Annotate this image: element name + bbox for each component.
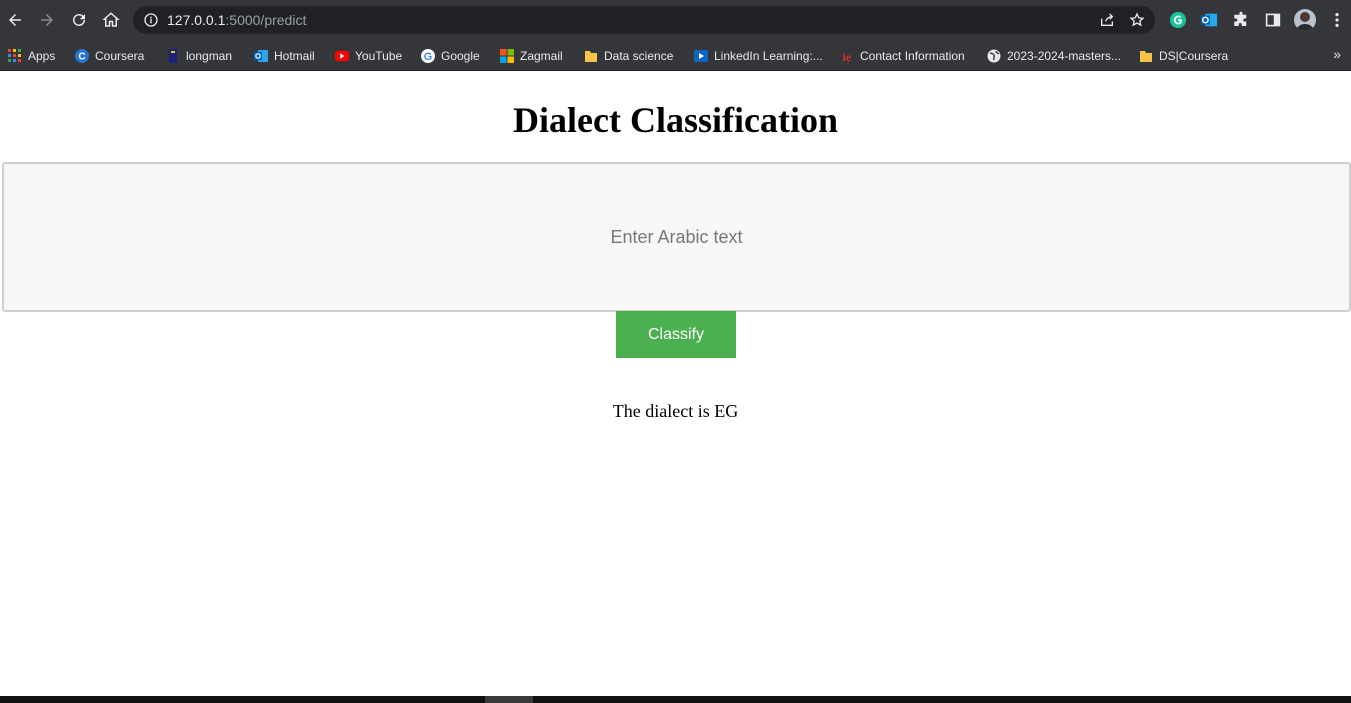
- bookmark-label: Apps: [28, 49, 56, 63]
- url-path: :5000/predict: [225, 12, 307, 28]
- side-panel-icon: [1265, 13, 1281, 27]
- bookmark-linkedin-learning[interactable]: LinkedIn Learning:...: [694, 46, 823, 66]
- side-panel-button[interactable]: [1263, 10, 1283, 30]
- svg-text:G: G: [424, 51, 433, 63]
- bookmark-masters[interactable]: 2023-2024-masters...: [987, 46, 1121, 66]
- bookmark-label: Data science: [604, 49, 674, 63]
- arrow-right-icon: [41, 14, 53, 26]
- forward-button[interactable]: [35, 8, 59, 32]
- classify-button[interactable]: Classify: [616, 311, 736, 358]
- extensions-button[interactable]: [1231, 10, 1251, 30]
- bookmark-ds-coursera[interactable]: DS|Coursera: [1139, 46, 1228, 66]
- svg-text:ie: ie: [843, 50, 852, 63]
- bookmark-hotmail[interactable]: Hotmail: [254, 46, 315, 66]
- menu-button[interactable]: [1327, 10, 1347, 30]
- page-content: Dialect Classification Enter Arabic text…: [0, 71, 1351, 696]
- info-icon[interactable]: [143, 12, 159, 28]
- linkedin-learning-icon: [694, 49, 708, 63]
- youtube-icon: [335, 49, 349, 63]
- grammarly-icon: [1169, 11, 1187, 29]
- browser-toolbar: 127.0.0.1:5000/predict: [0, 0, 1351, 40]
- folder-icon: [584, 49, 598, 63]
- ie-icon: ie: [840, 49, 854, 63]
- bookmark-data-science[interactable]: Data science: [584, 46, 673, 66]
- bookmark-label: Contact Information: [860, 49, 965, 63]
- bookmark-label: LinkedIn Learning:...: [714, 49, 823, 63]
- bookmark-label: Coursera: [95, 49, 145, 63]
- outlook-icon: [254, 49, 268, 63]
- folder-icon: [1139, 49, 1153, 63]
- page-title: Dialect Classification: [513, 100, 838, 140]
- bookmark-longman[interactable]: longman: [166, 46, 232, 66]
- arabic-text-input[interactable]: Enter Arabic text: [2, 162, 1351, 312]
- back-button[interactable]: [3, 8, 27, 32]
- star-icon[interactable]: [1129, 12, 1145, 28]
- apps-grid-icon: [8, 49, 22, 63]
- arrow-left-icon: [9, 14, 21, 26]
- bookmark-label: Hotmail: [274, 49, 315, 63]
- bookmark-coursera[interactable]: C Coursera: [75, 46, 144, 66]
- bookmark-youtube[interactable]: YouTube: [335, 46, 402, 66]
- bookmark-contact-information[interactable]: ie Contact Information: [840, 46, 965, 66]
- kebab-menu-icon: [1335, 12, 1339, 28]
- bookmark-label: YouTube: [355, 49, 403, 63]
- profile-avatar[interactable]: [1294, 9, 1316, 31]
- result-text: The dialect is EG: [612, 401, 739, 421]
- bookmark-label: Zagmail: [520, 49, 563, 63]
- bookmarks-overflow-button[interactable]: »: [1333, 46, 1341, 62]
- os-taskbar: [0, 696, 1351, 703]
- globe-icon: [987, 49, 1001, 63]
- bookmark-label: longman: [186, 49, 233, 63]
- grammarly-extension-button[interactable]: [1168, 10, 1188, 30]
- reload-button[interactable]: [67, 8, 91, 32]
- bookmark-zagmail[interactable]: Zagmail: [500, 46, 563, 66]
- taskbar-active-app[interactable]: [485, 696, 533, 703]
- outlook-icon: [1200, 13, 1218, 27]
- microsoft-icon: [500, 49, 514, 63]
- bookmark-label: DS|Coursera: [1159, 49, 1229, 63]
- share-icon[interactable]: [1099, 12, 1115, 28]
- url-text[interactable]: 127.0.0.1:5000/predict: [167, 12, 306, 28]
- coursera-icon: C: [75, 49, 89, 63]
- longman-icon: [166, 49, 180, 63]
- reload-icon: [73, 14, 86, 27]
- address-bar[interactable]: 127.0.0.1:5000/predict: [133, 6, 1155, 34]
- input-placeholder: Enter Arabic text: [610, 226, 743, 247]
- url-host: 127.0.0.1: [167, 12, 226, 28]
- home-button[interactable]: [99, 8, 123, 32]
- bookmark-apps[interactable]: Apps: [8, 46, 55, 66]
- puzzle-icon: [1234, 11, 1247, 26]
- person-icon: [1296, 12, 1314, 31]
- google-icon: G: [421, 49, 435, 63]
- outlook-extension-button[interactable]: [1199, 10, 1219, 30]
- bookmark-label: 2023-2024-masters...: [1007, 49, 1122, 63]
- home-icon: [102, 12, 120, 27]
- bookmark-label: Google: [441, 49, 480, 63]
- bookmark-google[interactable]: G Google: [421, 46, 480, 66]
- bookmarks-bar: Apps C Coursera longman Hotmail YouTube …: [0, 40, 1351, 71]
- svg-text:C: C: [78, 52, 85, 63]
